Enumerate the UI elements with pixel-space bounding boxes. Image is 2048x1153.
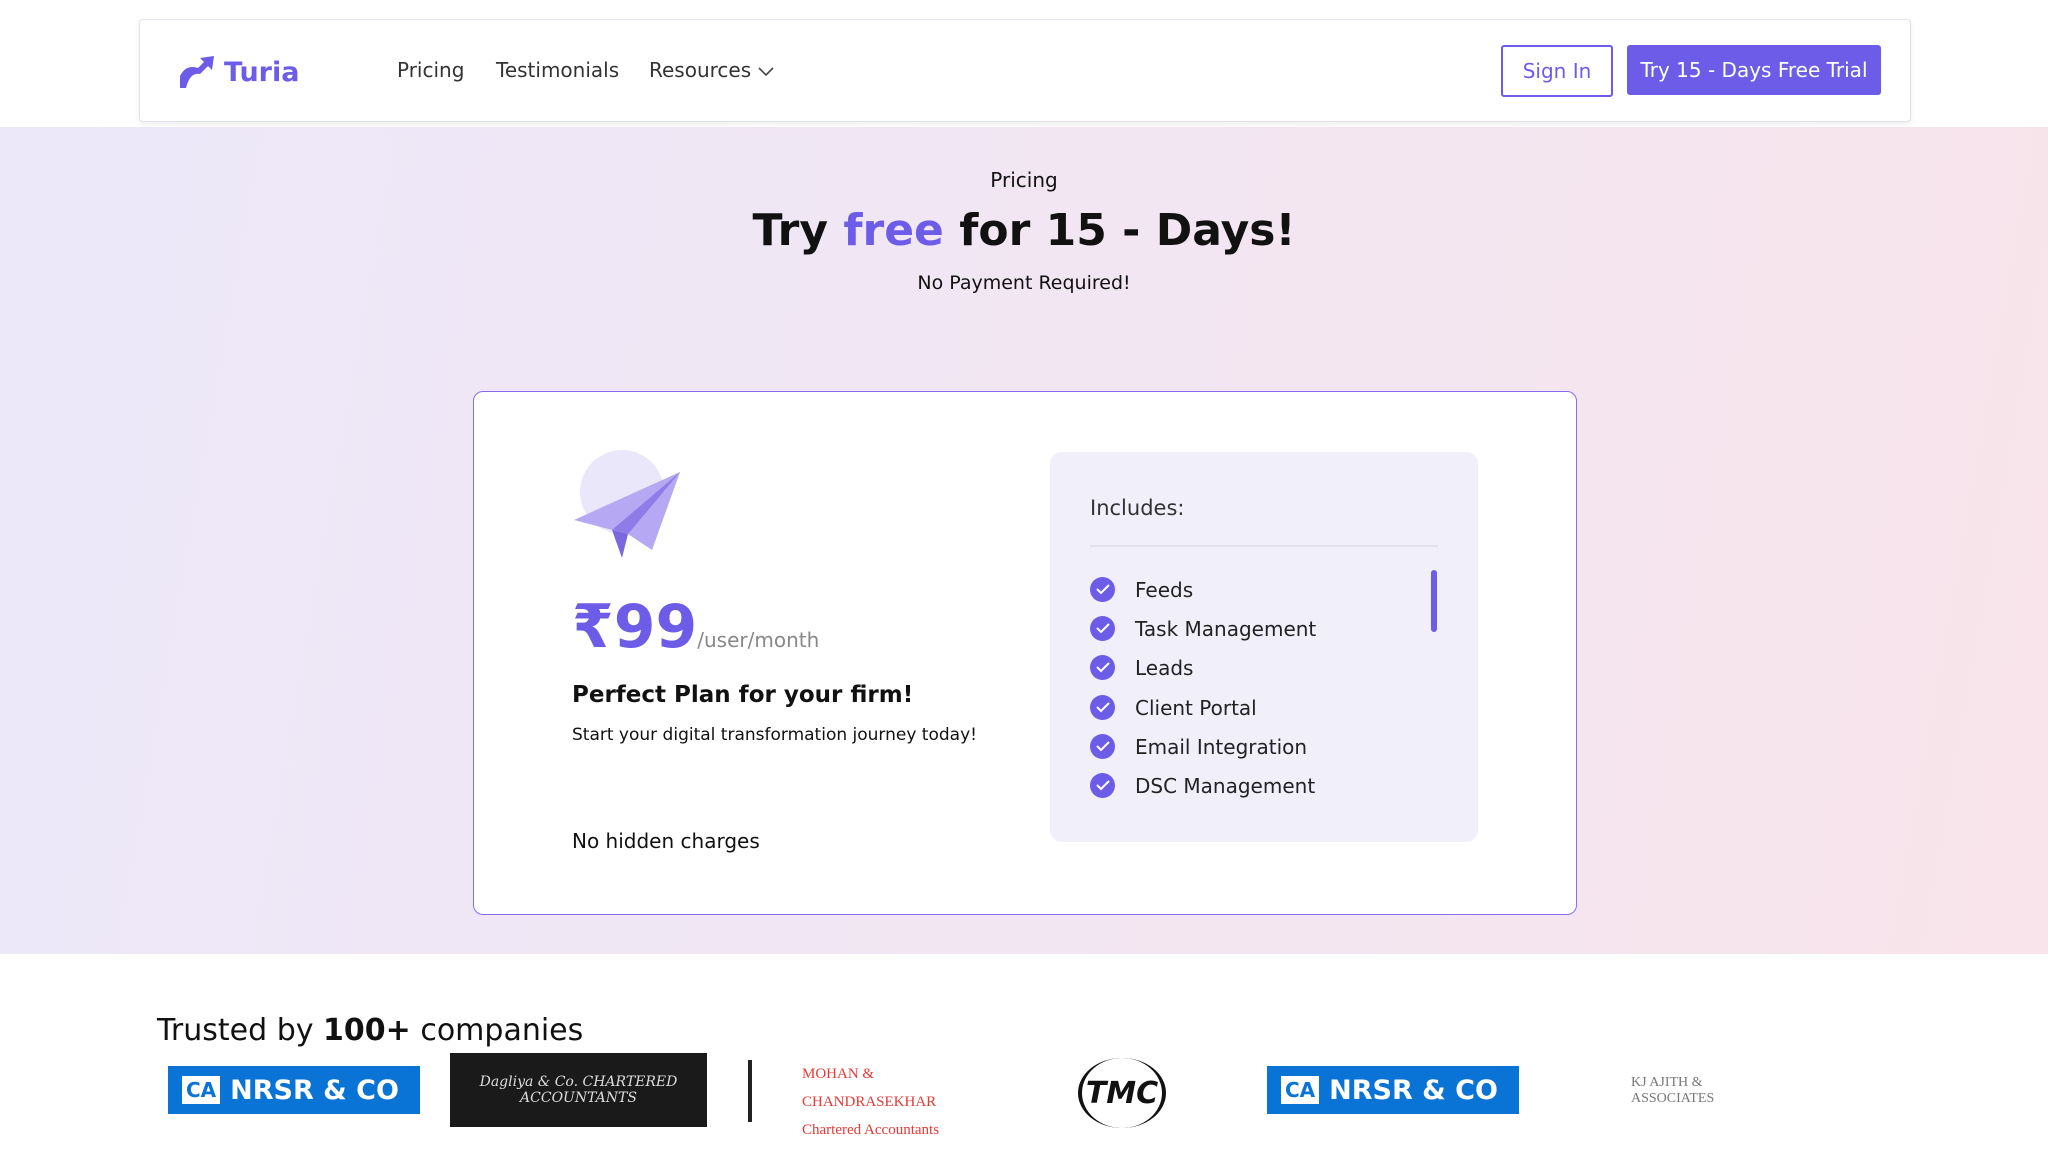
nav-resources[interactable]: Resources xyxy=(649,58,774,82)
turia-logo-icon xyxy=(180,56,214,88)
logo-kj-ajith: KJ AJITH & ASSOCIATES xyxy=(1631,1075,1715,1106)
check-icon xyxy=(1090,773,1115,798)
title-accent: free xyxy=(843,205,944,256)
page-title: Try free for 15 - Days! xyxy=(0,205,2048,256)
subtitle: No Payment Required! xyxy=(917,272,1131,294)
sign-in-button[interactable]: Sign In xyxy=(1501,45,1613,97)
scrollbar[interactable] xyxy=(1431,570,1437,632)
plan-tagline: Start your digital transformation journe… xyxy=(572,725,977,745)
free-trial-button[interactable]: Try 15 - Days Free Trial xyxy=(1627,45,1881,95)
title-post: for 15 - Days! xyxy=(943,205,1296,256)
trusted-heading: Trusted by 100+ companies xyxy=(157,1013,583,1048)
logo-mohan: MOHAN & CHANDRASEKHAR Chartered Accounta… xyxy=(748,1060,988,1138)
trusted-post: companies xyxy=(410,1013,584,1048)
plan-name: Perfect Plan for your firm! xyxy=(572,682,914,708)
includes-title: Includes: xyxy=(1090,496,1185,520)
logo-nrsr: CA NRSR & CO xyxy=(168,1066,420,1114)
feature-label: Leads xyxy=(1135,655,1194,680)
check-icon xyxy=(1090,655,1115,680)
ca-icon: CA xyxy=(1281,1076,1320,1104)
logo-text: NRSR & CO xyxy=(1329,1074,1498,1106)
check-icon xyxy=(1090,695,1115,720)
feature-label: Feeds xyxy=(1135,577,1194,602)
feature-label: Email Integration xyxy=(1135,734,1308,759)
brand-logo[interactable]: Turia xyxy=(178,54,299,90)
logo-tmc: TMC xyxy=(1078,1058,1166,1128)
price: ₹99 /user/month xyxy=(572,592,819,662)
top-nav: Turia Pricing Testimonials Resources Sig… xyxy=(139,19,1911,122)
logo-dagliya: Dagliya & Co. CHARTERED ACCOUNTANTS xyxy=(450,1053,707,1127)
divider xyxy=(1090,545,1438,547)
ca-icon: CA xyxy=(182,1076,221,1104)
feature-item: Leads xyxy=(1090,655,1193,680)
includes-panel: Includes: Feeds Task Management Leads Cl… xyxy=(1050,452,1478,842)
logo-text: NRSR & CO xyxy=(230,1074,399,1106)
trusted-count: 100+ xyxy=(323,1013,411,1048)
feature-item: Client Portal xyxy=(1090,695,1257,720)
price-value: ₹99 xyxy=(572,592,698,662)
paper-plane-icon xyxy=(574,450,680,558)
check-icon xyxy=(1090,577,1115,602)
feature-label: Client Portal xyxy=(1135,695,1257,720)
nav-resources-label: Resources xyxy=(649,58,752,82)
price-unit: /user/month xyxy=(697,628,820,652)
feature-item: DSC Management xyxy=(1090,773,1315,798)
feature-item: Task Management xyxy=(1090,616,1316,641)
section-eyebrow: Pricing xyxy=(990,168,1058,192)
title-pre: Try xyxy=(752,205,844,256)
no-hidden-charges: No hidden charges xyxy=(572,829,760,853)
trusted-pre: Trusted by xyxy=(157,1013,324,1048)
feature-item: Email Integration xyxy=(1090,734,1307,759)
feature-label: Task Management xyxy=(1135,616,1317,641)
check-icon xyxy=(1090,734,1115,759)
pricing-card: ₹99 /user/month Perfect Plan for your fi… xyxy=(473,391,1577,915)
nav-pricing[interactable]: Pricing xyxy=(397,58,464,82)
feature-item: Feeds xyxy=(1090,577,1193,602)
logo-nrsr-2: CA NRSR & CO xyxy=(1267,1066,1519,1114)
chevron-down-icon xyxy=(757,67,774,77)
check-icon xyxy=(1090,616,1115,641)
nav-testimonials[interactable]: Testimonials xyxy=(496,58,619,82)
feature-label: DSC Management xyxy=(1135,773,1316,798)
